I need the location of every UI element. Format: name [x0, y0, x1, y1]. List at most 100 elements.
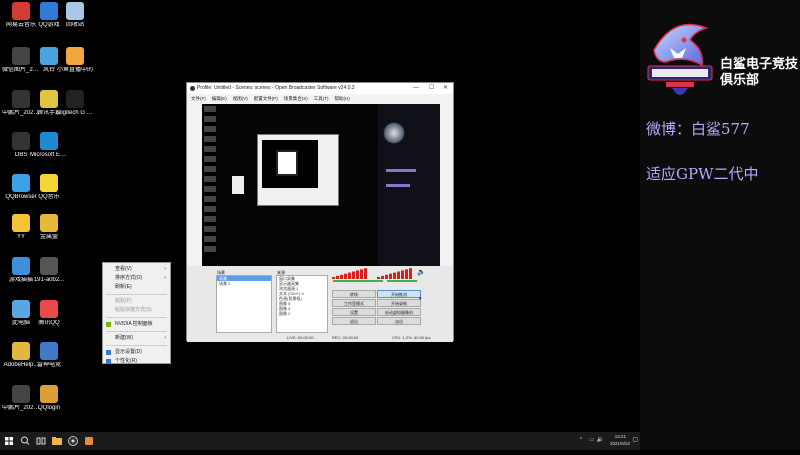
volume-icon[interactable]: 🔉 [597, 436, 604, 443]
desktop-app-icon [12, 385, 30, 403]
desktop-icon[interactable]: 腾讯QQ [30, 300, 68, 327]
meter-bar [348, 272, 351, 279]
obs-control-button[interactable]: 工作室模式 [332, 299, 376, 307]
menu-separator [106, 317, 167, 318]
obs-titlebar[interactable]: Profile: Untitled - Scenes: scenes - Ope… [187, 83, 453, 94]
obs-control-button[interactable]: 设置 [332, 308, 376, 316]
context-menu-item-label: 新建(W) [115, 335, 134, 341]
desktop-icon[interactable]: QQ音乐 [30, 174, 68, 201]
context-menu-item-label: 个性化(R) [115, 358, 137, 364]
file-explorer-icon[interactable] [50, 432, 64, 450]
desktop-context-menu: 查看(V) › 排序方式(O) › 刷新(E) 粘贴(P) 粘贴快捷方式(S) NVIDIA … [102, 262, 171, 364]
clock-date[interactable]: 2021/6/22 [610, 441, 630, 446]
network-icon[interactable]: ▭ [589, 437, 594, 443]
desktop-icon[interactable]: 雷神电竞 [30, 342, 68, 369]
desktop-icon-label: Logitech G HUB [56, 110, 94, 116]
windows-icon [5, 437, 13, 445]
desktop-icon-label: 191-a0b2... [33, 277, 65, 283]
desktop-icon[interactable]: QQlogin [30, 385, 68, 412]
context-menu-item[interactable]: NVIDIA 控制面板 [103, 320, 170, 329]
sources-dock[interactable]: 来源 窗口采集 显示器采集 浏览器源 1 文本 (GDI+) 3 色源(背景框) 图像 5… [276, 270, 328, 333]
tray-chevron-icon[interactable]: ^ [580, 437, 582, 443]
obs-control-button[interactable]: 退出 [332, 317, 376, 325]
context-menu-item[interactable]: 排序方式(O) › [103, 274, 170, 283]
obs-control-button[interactable]: 启动虚拟摄像机 [377, 308, 421, 316]
meter-bar [332, 277, 335, 279]
notification-icon[interactable]: ▢ [632, 436, 638, 443]
desktop-app-icon [12, 2, 30, 20]
desktop-icon[interactable]: 回收站 [56, 2, 94, 29]
audio-level-bar-2 [387, 280, 417, 282]
display-icon [106, 350, 111, 355]
obs-control-button[interactable]: 转场 [332, 290, 376, 298]
weibo-handle: 微博：白鲨577 [646, 120, 750, 138]
desktop[interactable]: 网易云音乐QQ游戏回收站微信图片_2020121...风铃小鱼直播中的中鹏片_2… [0, 0, 640, 432]
context-menu-item-label: 排序方式(O) [115, 275, 143, 281]
obs-menu-item[interactable]: 帮助(H) [335, 96, 350, 101]
app-taskbar-icon[interactable] [82, 432, 96, 450]
context-menu-item[interactable]: 粘贴(P) [103, 297, 170, 306]
maximize-icon[interactable]: ☐ [429, 83, 434, 94]
meter-bar [397, 271, 400, 279]
minimize-icon[interactable]: — [413, 83, 419, 94]
desktop-icon[interactable]: Logitech G HUB [56, 90, 94, 117]
menu-separator [106, 331, 167, 332]
desktop-icon-label: QQ音乐 [38, 194, 60, 200]
obs-menu-item[interactable]: 工具(T) [314, 96, 329, 101]
desktop-icon[interactable]: Microsoft Edge [30, 132, 68, 159]
desktop-app-icon [66, 90, 84, 108]
meter-bar [409, 268, 412, 279]
context-menu-item[interactable]: 显示设置(D) [103, 348, 170, 357]
desktop-icon[interactable]: 191-a0b2... [30, 257, 68, 284]
source-item[interactable]: 图像 2 [277, 311, 327, 316]
audio-mixer-meters [332, 268, 412, 279]
meter-bar [352, 271, 355, 279]
scenes-dock[interactable]: 场景 场景 场景 2 [216, 270, 272, 333]
sources-header: 来源 [277, 270, 285, 275]
stream-status-text: 适应GPW二代中 [646, 165, 759, 183]
desktop-icon[interactable]: 金属盟 [30, 214, 68, 241]
obs-preview[interactable] [202, 104, 440, 266]
meter-bar [336, 275, 339, 279]
obs-taskbar-icon[interactable] [66, 432, 80, 450]
task-view-icon[interactable] [34, 432, 48, 450]
scenes-header: 场景 [217, 270, 225, 275]
obs-docks-area: 场景 场景 场景 2 来源 窗口采集 显示器采集 浏览器源 1 文本 (GDI+) 3色… [187, 266, 453, 342]
obs-window[interactable]: Profile: Untitled - Scenes: scenes - Ope… [186, 82, 454, 342]
context-menu-item[interactable]: 粘贴快捷方式(S) [103, 306, 170, 315]
rec-status: REC: 00:00:00 [332, 335, 359, 340]
desktop-app-icon [12, 47, 30, 65]
chevron-right-icon: › [164, 335, 166, 341]
meter-bar [381, 275, 384, 279]
context-menu-item-label: 查看(V) [115, 266, 132, 272]
obs-menu-item[interactable]: 场景集合(S) [284, 96, 308, 101]
desktop-icon-label: Microsoft Edge [30, 152, 68, 158]
context-menu-item[interactable]: 查看(V) › [103, 265, 170, 274]
search-icon[interactable] [18, 432, 32, 450]
obs-control-button[interactable]: 开始录制 [377, 299, 421, 307]
desktop-app-icon [66, 2, 84, 20]
desktop-icon-label: 小鱼直播中的 [56, 67, 93, 73]
obs-control-button[interactable]: 开始推流 [377, 290, 421, 298]
mute-icon[interactable]: 🔈 [417, 268, 426, 276]
start-button[interactable] [2, 432, 16, 450]
desktop-app-icon [40, 385, 58, 403]
obs-menu-item[interactable]: 配置文件(P) [254, 96, 278, 101]
obs-menu-item[interactable]: 编辑(E) [212, 96, 227, 101]
context-menu-item[interactable]: 个性化(R) [103, 357, 170, 366]
close-icon[interactable]: ✕ [443, 83, 448, 94]
obs-control-button[interactable]: 淡出 [377, 317, 421, 325]
desktop-icon[interactable]: 小鱼直播中的 [56, 47, 94, 74]
scene-item[interactable]: 场景 2 [217, 281, 271, 286]
record-options-icon[interactable]: ▾ [419, 296, 422, 302]
obs-menu-item[interactable]: 文件(F) [191, 96, 206, 101]
club-name: 白鲨电子竞技俱乐部 [720, 56, 799, 87]
context-menu-item-label: NVIDIA 控制面板 [115, 321, 153, 327]
context-menu-item[interactable]: 刷新(E) [103, 283, 170, 292]
meter-bar [340, 274, 343, 279]
obs-menu-item[interactable]: 视图(V) [233, 96, 248, 101]
preview-icon-column [204, 106, 216, 256]
clock-time[interactable]: 13:21 [615, 434, 626, 439]
live-status: LIVE: 00:00:00 [287, 335, 314, 340]
context-menu-item[interactable]: 新建(W) › [103, 334, 170, 343]
